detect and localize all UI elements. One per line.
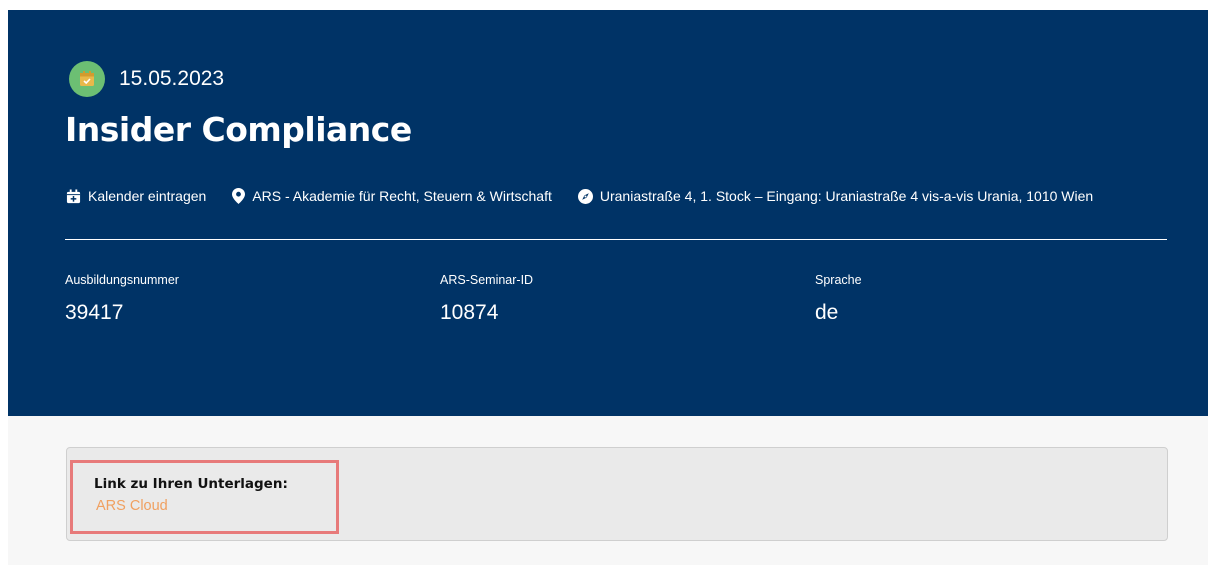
calendar-check-icon <box>69 61 105 97</box>
event-title: Insider Compliance <box>65 110 412 149</box>
event-date: 15.05.2023 <box>119 67 225 90</box>
calendar-plus-icon <box>66 188 81 203</box>
content-area: Link zu Ihren Unterlagen: ARS Cloud <box>8 416 1208 565</box>
fact-seminar-id: ARS-Seminar-ID 10874 <box>440 273 533 325</box>
fact-training-number: Ausbildungsnummer 39417 <box>65 273 179 325</box>
highlight-frame <box>70 460 339 534</box>
event-date-row: 15.05.2023 <box>69 61 224 97</box>
documents-label: Link zu Ihren Unterlagen: <box>94 476 288 492</box>
add-to-calendar-label: Kalender eintragen <box>88 188 207 204</box>
fact-language: Sprache de <box>815 273 862 325</box>
divider <box>65 239 1167 240</box>
fact-value: de <box>815 301 839 324</box>
fact-value: 10874 <box>440 301 499 324</box>
address-text: Uraniastraße 4, 1. Stock – Eingang: Uran… <box>599 188 1094 204</box>
add-to-calendar-link[interactable]: Kalender eintragen <box>66 188 206 204</box>
ars-cloud-link[interactable]: ARS Cloud <box>96 498 168 514</box>
fact-label: Ausbildungsnummer <box>65 273 179 287</box>
organizer-name: ARS - Akademie für Recht, Steuern & Wirt… <box>252 188 552 204</box>
map-pin-icon <box>232 188 246 204</box>
event-address: Uraniastraße 4, 1. Stock – Eingang: Uran… <box>577 188 1094 204</box>
compass-icon <box>577 188 593 204</box>
documents-box: Link zu Ihren Unterlagen: ARS Cloud <box>66 447 1168 541</box>
event-organizer: ARS - Akademie für Recht, Steuern & Wirt… <box>232 188 552 204</box>
fact-value: 39417 <box>65 301 124 324</box>
event-header: 15.05.2023 Insider Compliance Kalender e… <box>8 10 1208 416</box>
fact-label: ARS-Seminar-ID <box>440 273 534 287</box>
fact-label: Sprache <box>815 273 862 287</box>
event-meta: Kalender eintragen ARS - Akademie für Re… <box>66 188 1178 204</box>
